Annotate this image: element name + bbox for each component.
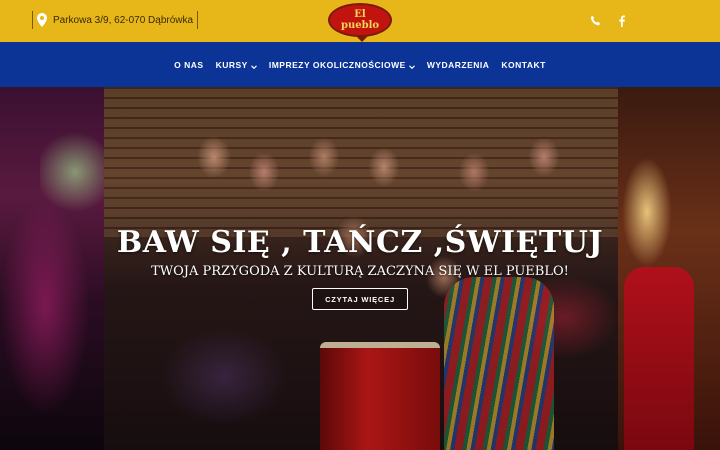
nav-item-o-nas[interactable]: O NAS [174, 60, 203, 70]
facebook-icon[interactable] [616, 14, 628, 27]
hero-title: BAW SIĘ , TAŃCZ ,ŚWIĘTUJ [116, 225, 604, 260]
nav-item-label: WYDARZENIA [426, 59, 490, 70]
phone-icon[interactable] [590, 14, 602, 26]
nav-item-label: KURSY [215, 59, 248, 70]
logo[interactable]: El pueblo [328, 3, 392, 37]
read-more-button[interactable]: CZYTAJ WIĘCEJ [312, 288, 408, 310]
address: Parkowa 3/9, 62-070 Dąbrówka [32, 11, 199, 29]
nav-item-kontakt[interactable]: KONTAKT [501, 60, 545, 70]
chevron-down-icon [250, 62, 257, 69]
map-pin-icon [37, 13, 47, 27]
hero-subtitle: TWOJA PRZYGODA Z KULTURĄ ZACZYNA SIĘ W E… [151, 264, 569, 279]
main-navigation: O NAS KURSY IMPREZY OKOLICZNOŚCIOWE WYDA… [0, 42, 720, 87]
nav-item-label: O NAS [174, 59, 204, 70]
logo-text-line1: El [354, 8, 366, 20]
hero-section: BAW SIĘ , TAŃCZ ,ŚWIĘTUJ TWOJA PRZYGODA … [0, 87, 720, 450]
nav-item-kursy[interactable]: KURSY [216, 60, 257, 70]
nav-item-imprezy-okolicznosciowe[interactable]: IMPREZY OKOLICZNOŚCIOWE [269, 60, 415, 70]
chevron-down-icon [408, 62, 415, 69]
nav-item-wydarzenia[interactable]: WYDARZENIA [427, 60, 490, 70]
logo-text-line2: pueblo [340, 19, 380, 31]
nav-item-label: KONTAKT [501, 59, 546, 70]
nav-item-label: IMPREZY OKOLICZNOŚCIOWE [268, 59, 406, 70]
top-bar: Parkowa 3/9, 62-070 Dąbrówka El pueblo [0, 0, 720, 42]
address-text: Parkowa 3/9, 62-070 Dąbrówka [53, 14, 194, 26]
social-links [590, 14, 628, 27]
